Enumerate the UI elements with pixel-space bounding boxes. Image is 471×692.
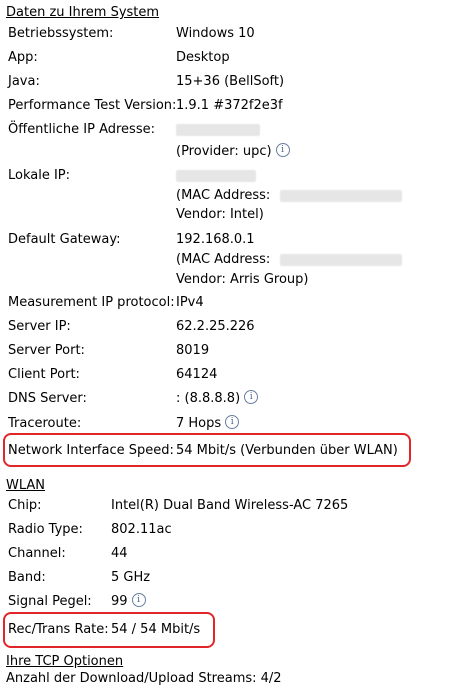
server-ip-label: Server IP: — [8, 319, 71, 334]
redacted-local-ip — [176, 169, 256, 182]
band-value: 5 GHz — [111, 570, 151, 585]
streams-text: Anzahl der Download/Upload Streams: 4/2 — [6, 671, 282, 686]
provider-text: (Provider: upc) — [176, 144, 272, 159]
info-icon[interactable]: i — [225, 415, 240, 429]
server-port-label: Server Port: — [8, 343, 85, 358]
perf-value: 1.9.1 #372f2e3f — [176, 98, 283, 113]
client-port-label: Client Port: — [8, 367, 80, 382]
public-ip-label: Öffentliche IP Adresse: — [8, 122, 155, 137]
radio-type-value: 802.11ac — [111, 522, 172, 537]
channel-label: Channel: — [8, 546, 66, 561]
perf-label: Performance Test Version: — [8, 98, 177, 113]
traceroute-label: Traceroute: — [8, 416, 82, 431]
traceroute-value: 7 Hops — [176, 416, 222, 431]
info-icon[interactable]: i — [244, 390, 259, 404]
dns-value: : (8.8.8.8) — [176, 391, 241, 406]
gateway-vendor: Vendor: Arris Group) — [176, 272, 309, 287]
info-icon[interactable]: i — [131, 593, 146, 607]
rec-trans-rate-value: 54 / 54 Mbit/s — [111, 622, 201, 637]
channel-value: 44 — [111, 546, 128, 561]
local-mac-label: (MAC Address: — [176, 188, 271, 203]
os-label: Betriebssystem: — [8, 26, 114, 41]
system-section-title: Daten zu Ihrem System — [6, 5, 160, 20]
rec-trans-rate-label: Rec/Trans Rate: — [8, 622, 109, 637]
chip-value: Intel(R) Dual Band Wireless-AC 7265 — [111, 498, 349, 513]
info-icon[interactable]: i — [275, 143, 290, 157]
redacted-gateway-mac — [280, 253, 403, 266]
local-ip-label: Lokale IP: — [8, 168, 71, 183]
local-vendor: Vendor: Intel) — [176, 207, 264, 222]
protocol-value: IPv4 — [176, 295, 204, 310]
signal-label: Signal Pegel: — [8, 594, 92, 609]
gateway-label: Default Gateway: — [8, 232, 121, 247]
server-ip-value: 62.2.25.226 — [176, 319, 255, 334]
signal-value: 99 — [111, 594, 128, 609]
java-value: 15+36 (BellSoft) — [176, 74, 285, 89]
protocol-label: Measurement IP protocol: — [8, 295, 175, 310]
band-label: Band: — [8, 570, 46, 585]
dns-label: DNS Server: — [8, 391, 87, 406]
radio-type-label: Radio Type: — [8, 522, 83, 537]
gateway-value: 192.168.0.1 — [176, 232, 255, 247]
java-label: Java: — [8, 74, 40, 89]
server-port-value: 8019 — [176, 343, 210, 358]
redacted-local-mac — [280, 189, 403, 202]
app-label: App: — [8, 50, 38, 65]
app-value: Desktop — [176, 50, 230, 65]
chip-label: Chip: — [8, 498, 42, 513]
interface-speed-value: 54 Mbit/s (Verbunden über WLAN) — [176, 443, 398, 458]
wlan-section-title: WLAN — [6, 478, 46, 493]
client-port-value: 64124 — [176, 367, 218, 382]
redacted-public-ip — [176, 123, 260, 136]
interface-speed-label: Network Interface Speed: — [8, 443, 174, 458]
tcp-section-title: Ihre TCP Optionen — [6, 654, 124, 669]
os-value: Windows 10 — [176, 26, 255, 41]
gateway-mac-label: (MAC Address: — [176, 252, 271, 267]
